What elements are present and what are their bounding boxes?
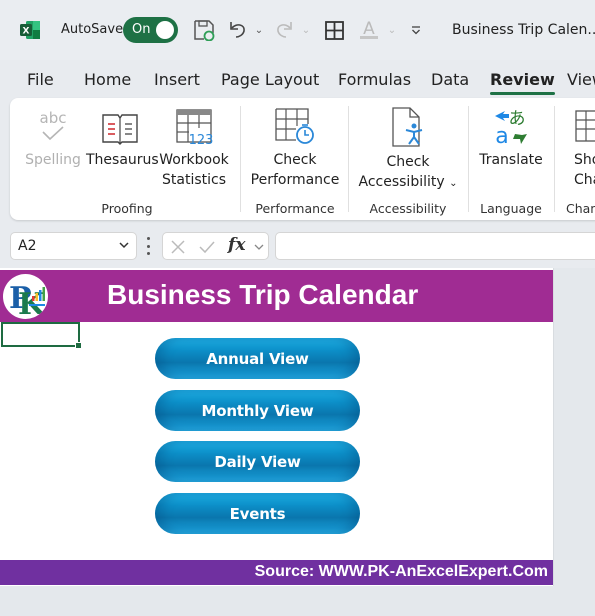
toggle-knob — [156, 21, 174, 39]
workbook-statistics-icon: 123 — [158, 106, 230, 146]
svg-text:abc: abc — [40, 109, 67, 127]
borders-icon[interactable] — [323, 18, 345, 42]
name-box[interactable]: A2 — [10, 232, 137, 260]
worksheet[interactable]: P K Business Trip Calendar Annual View M… — [0, 268, 553, 586]
show-changes-button[interactable]: Sho Chan — [562, 106, 595, 190]
check-accessibility-label-2: Accessibility — [358, 174, 445, 190]
check-accessibility-button[interactable]: Check Accessibility ⌄ — [356, 106, 460, 194]
spelling-icon: abc — [24, 106, 82, 146]
thesaurus-button[interactable]: Thesaurus — [86, 106, 159, 170]
svg-text:X: X — [23, 27, 30, 37]
sheet-title: Business Trip Calendar — [107, 279, 419, 310]
formula-controls: fx — [162, 232, 269, 260]
logo-icon: P K — [3, 274, 48, 319]
chevron-down-icon: ⌄ — [449, 178, 458, 189]
svg-text:123: 123 — [189, 133, 213, 146]
spelling-label: Spelling — [25, 152, 81, 168]
check-performance-button[interactable]: Check Performance — [248, 106, 342, 190]
sheet-empty-area — [553, 268, 595, 586]
formula-bar: A2 fx — [0, 228, 595, 264]
header-band: P K Business Trip Calendar — [0, 270, 553, 322]
ribbon-separator — [348, 106, 349, 212]
tab-home[interactable]: Home — [84, 70, 131, 89]
annual-view-button[interactable]: Annual View — [155, 338, 360, 379]
tab-view[interactable]: View — [567, 70, 595, 89]
sheet-bottom-area — [0, 586, 595, 616]
font-color-dropdown-icon: ⌄ — [387, 24, 397, 36]
translate-icon: あ a — [474, 106, 548, 146]
group-label-language: Language — [480, 201, 542, 216]
show-changes-label-2: Chan — [574, 172, 595, 188]
spelling-button: abc Spelling — [24, 106, 82, 170]
svg-text:a: a — [495, 124, 508, 146]
undo-dropdown-icon[interactable]: ⌄ — [253, 18, 265, 42]
autosave-state: On — [132, 22, 151, 37]
more-options-icon[interactable] — [146, 237, 150, 255]
ribbon-separator — [468, 106, 469, 212]
monthly-view-button[interactable]: Monthly View — [155, 390, 360, 431]
daily-view-button[interactable]: Daily View — [155, 441, 360, 482]
redo-icon — [273, 18, 295, 42]
chevron-down-icon[interactable] — [118, 239, 130, 254]
tab-page-layout[interactable]: Page Layout — [221, 70, 319, 89]
ribbon-separator — [240, 106, 241, 212]
enter-icon[interactable] — [198, 239, 216, 255]
save-icon[interactable] — [192, 18, 216, 42]
title-bar: X AutoSave On ⌄ ⌄ A ⌄ Business Trip Cale… — [0, 0, 595, 60]
show-changes-label-1: Sho — [574, 152, 595, 168]
workbook-statistics-button[interactable]: 123 Workbook Statistics — [158, 106, 230, 190]
formula-input[interactable] — [275, 232, 595, 260]
undo-icon[interactable] — [227, 18, 249, 42]
group-label-changes: Chan — [566, 201, 595, 216]
ribbon-panel: abc Spelling Thesaurus 123 Workbook Stat… — [10, 98, 595, 220]
autosave-toggle[interactable]: On — [123, 17, 178, 43]
check-performance-label-2: Performance — [250, 172, 340, 188]
thesaurus-label: Thesaurus — [86, 152, 159, 168]
tab-data[interactable]: Data — [431, 70, 469, 89]
tab-review[interactable]: Review — [490, 70, 555, 95]
customize-qat-icon[interactable] — [409, 18, 423, 42]
tab-formulas[interactable]: Formulas — [338, 70, 411, 89]
excel-icon: X — [20, 21, 40, 39]
selected-cell-a2[interactable] — [1, 322, 82, 349]
source-text: Source: WWW.PK-AnExcelExpert.Com — [254, 563, 548, 580]
translate-button[interactable]: あ a Translate — [474, 106, 548, 170]
font-color-icon: A — [358, 18, 380, 42]
group-label-performance: Performance — [255, 201, 335, 216]
ribbon-separator — [554, 106, 555, 212]
check-performance-icon — [248, 106, 342, 146]
footer-band: Source: WWW.PK-AnExcelExpert.Com — [0, 560, 553, 585]
group-label-accessibility: Accessibility — [369, 201, 447, 216]
thesaurus-icon — [86, 106, 154, 146]
events-button[interactable]: Events — [155, 493, 360, 534]
tab-insert[interactable]: Insert — [154, 70, 200, 89]
cancel-icon[interactable] — [170, 239, 186, 255]
autosave-label: AutoSave — [61, 22, 124, 37]
name-box-value: A2 — [18, 238, 37, 254]
show-changes-icon — [564, 106, 595, 146]
workbook-statistics-label-2: Statistics — [162, 172, 226, 188]
document-title: Business Trip Calen... — [452, 22, 595, 38]
check-performance-label-1: Check — [273, 152, 317, 168]
translate-label: Translate — [479, 152, 543, 168]
insert-function-icon[interactable]: fx — [228, 235, 245, 255]
svg-text:あ: あ — [509, 109, 526, 129]
tab-file[interactable]: File — [27, 70, 54, 89]
ribbon-tabs: File Home Insert Page Layout Formulas Da… — [0, 62, 595, 98]
chevron-down-icon[interactable] — [253, 242, 265, 252]
workbook-statistics-label-1: Workbook — [159, 152, 229, 168]
group-label-proofing: Proofing — [101, 201, 153, 216]
check-accessibility-label-1: Check — [386, 154, 430, 170]
check-accessibility-icon — [356, 106, 460, 148]
redo-dropdown-icon: ⌄ — [301, 24, 311, 36]
